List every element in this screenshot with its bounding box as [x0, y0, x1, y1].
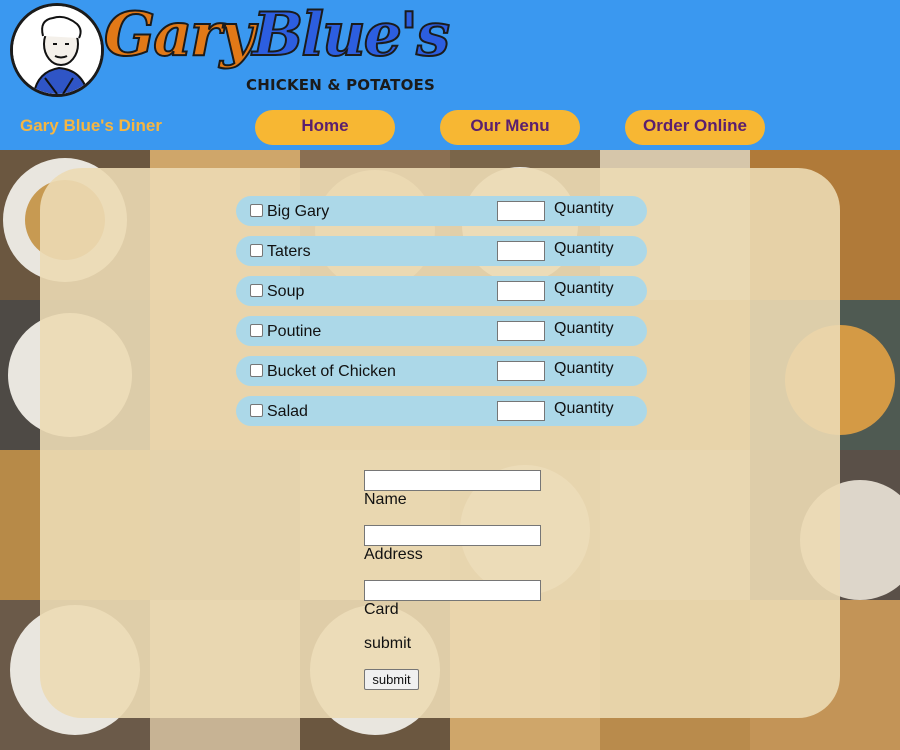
order-item-row: Big Gary Quantity [236, 196, 647, 226]
item-checkbox[interactable] [250, 364, 263, 377]
quantity-input[interactable] [497, 281, 545, 301]
item-checkbox[interactable] [250, 324, 263, 337]
logo-wordmark: GaryBlue's [103, 4, 451, 66]
name-label: Name [364, 491, 407, 508]
item-name: Big Gary [267, 203, 330, 220]
item-checkbox[interactable] [250, 204, 263, 217]
item-name: Poutine [267, 323, 322, 340]
quantity-input[interactable] [497, 361, 545, 381]
quantity-label: Quantity [554, 240, 614, 257]
item-name: Soup [267, 283, 305, 300]
item-name: Taters [267, 243, 311, 260]
item-checkbox[interactable] [250, 404, 263, 417]
address-input[interactable] [364, 525, 541, 546]
mascot-portrait [10, 3, 104, 97]
order-item-row: Salad Quantity [236, 396, 647, 426]
order-item-row: Soup Quantity [236, 276, 647, 306]
nav-order-online-button[interactable]: Order Online [625, 110, 765, 145]
quantity-label: Quantity [554, 360, 614, 377]
quantity-label: Quantity [554, 200, 614, 217]
nav-our-menu-button[interactable]: Our Menu [440, 110, 580, 145]
item-checkbox[interactable] [250, 284, 263, 297]
order-item-row: Bucket of Chicken Quantity [236, 356, 647, 386]
order-item-row: Taters Quantity [236, 236, 647, 266]
submit-caption: submit [364, 635, 412, 652]
item-name: Salad [267, 403, 308, 420]
quantity-input[interactable] [497, 321, 545, 341]
brand-logo[interactable]: GaryBlue's CHICKEN & POTATOES [8, 3, 451, 99]
card-label: Card [364, 601, 399, 618]
quantity-input[interactable] [497, 401, 545, 421]
card-input[interactable] [364, 580, 541, 601]
address-label: Address [364, 546, 423, 563]
item-name: Bucket of Chicken [267, 363, 396, 380]
quantity-label: Quantity [554, 320, 614, 337]
submit-button[interactable]: submit [364, 669, 419, 690]
quantity-label: Quantity [554, 280, 614, 297]
order-item-row: Poutine Quantity [236, 316, 647, 346]
quantity-label: Quantity [554, 400, 614, 417]
quantity-input[interactable] [497, 201, 545, 221]
nav-home-button[interactable]: Home [255, 110, 395, 145]
site-header: GaryBlue's CHICKEN & POTATOES Gary Blue'… [0, 0, 900, 150]
item-checkbox[interactable] [250, 244, 263, 257]
quantity-input[interactable] [497, 241, 545, 261]
name-input[interactable] [364, 470, 541, 491]
site-name: Gary Blue's Diner [20, 116, 162, 135]
logo-tagline: CHICKEN & POTATOES [246, 76, 435, 94]
logo-wordmark-gary: Gary [103, 0, 256, 70]
logo-wordmark-blues: Blue's [252, 0, 451, 70]
